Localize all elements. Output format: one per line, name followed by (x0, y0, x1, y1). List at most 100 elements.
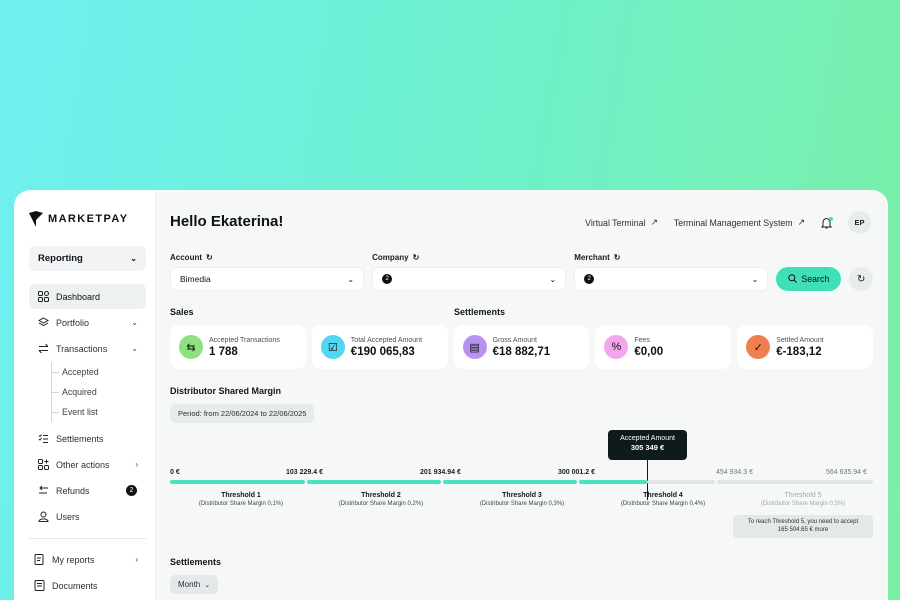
layers-icon (38, 317, 49, 328)
settlements-chart-heading: Settlements (170, 557, 222, 567)
merchant-filter-label: Merchant ↻ (574, 253, 768, 262)
tick-label: 201 934.94 € (420, 469, 461, 476)
sidebar-subitem-acquired[interactable]: Acquired (52, 382, 146, 402)
threshold-4: Threshold 4 (Distributor Share Margin 0,… (595, 492, 731, 507)
sidebar-item-transactions[interactable]: Transactions ⌄ (29, 336, 146, 361)
kpi-label: Fees (634, 336, 650, 344)
transactions-subnav: Accepted Acquired Event list (51, 362, 146, 422)
sidebar-item-label: Transactions (56, 343, 108, 354)
account-label-text: Account (170, 253, 202, 262)
kpi-value: €-183,12 (776, 345, 822, 358)
threshold-hint: To reach Threshold 5, you need to accept… (733, 515, 873, 538)
kpi-card-accepted-transactions: ⇆ Accepted Transactions 1 788 (170, 325, 306, 369)
sidebar-item-other-actions[interactable]: Other actions › (29, 452, 146, 477)
merchant-label-text: Merchant (574, 253, 610, 262)
sidebar: MARKETPAY Reporting ⌄ Dashboard Portfoli… (15, 191, 156, 600)
threshold-margin: (Distributor Share Margin 0,2%) (338, 501, 424, 507)
check-circle-icon: ✓ (746, 335, 771, 359)
tooltip-label: Accepted Amount (620, 435, 675, 442)
tick-label: 0 € (170, 469, 180, 476)
accepted-amount-tooltip: Accepted Amount 305 349 € (608, 430, 687, 460)
terminal-management-link[interactable]: Terminal Management System ↗ (674, 217, 805, 228)
sidebar-item-documents[interactable]: Documents (29, 573, 146, 598)
margin-heading: Distributor Shared Margin (170, 386, 282, 396)
sidebar-item-portfolio[interactable]: Portfolio ⌄ (29, 310, 146, 335)
kpi-cards: ⇆ Accepted Transactions 1 788 ☑ Total Acc… (170, 325, 873, 369)
document-icon (34, 580, 45, 591)
reporting-selector-label: Reporting (38, 253, 83, 264)
bell-icon[interactable] (821, 216, 833, 229)
threshold-bar-4-filled (579, 480, 647, 484)
sidebar-item-label: Other actions (56, 459, 110, 470)
chevron-down-icon: ⌄ (130, 254, 137, 263)
tooltip-value: 305 349 € (630, 443, 665, 453)
kpi-card-total-accepted-amount: ☑ Total Accepted Amount €190 065,83 (311, 325, 448, 369)
arrows-icon (38, 343, 49, 354)
tick-label: 564 635.94 € (826, 469, 867, 476)
sidebar-item-label: Refunds (56, 485, 90, 496)
company-filter: Company ↻ 2 ⌄ (372, 253, 567, 291)
external-arrow-icon: ↗ (650, 217, 658, 227)
kpi-label: Gross Amount (492, 336, 537, 344)
kpi-card-fees: % Fees €0,00 (595, 325, 732, 369)
sidebar-nav: Dashboard Portfolio ⌄ Transactions ⌄ Acc… (29, 284, 146, 599)
grid-icon (38, 291, 49, 302)
sidebar-item-users[interactable]: Users (29, 504, 146, 529)
kpi-value: €190 065,83 (350, 345, 415, 358)
virtual-terminal-link[interactable]: Virtual Terminal ↗ (585, 217, 658, 228)
kpi-label: Settled Amount (776, 336, 824, 344)
virtual-terminal-label: Virtual Terminal (585, 217, 646, 228)
brand-name: MARKETPAY (48, 213, 129, 225)
sidebar-item-label: Users (56, 511, 80, 522)
reporting-selector[interactable]: Reporting ⌄ (29, 246, 146, 271)
company-select[interactable]: 2 ⌄ (372, 267, 567, 291)
main-content: Hello Ekaterina! Virtual Terminal ↗ Term… (156, 191, 887, 600)
avatar[interactable]: EP (848, 211, 871, 234)
threshold-name: Threshold 3 (502, 492, 542, 499)
period-chip[interactable]: Period: from 22/06/2024 to 22/06/2025 (170, 404, 315, 423)
hint-line-1: To reach Threshold 5, you need to accept (747, 519, 859, 525)
sidebar-item-dashboard[interactable]: Dashboard (29, 284, 146, 309)
refresh-icon[interactable]: ↻ (413, 253, 420, 262)
sidebar-item-refunds[interactable]: Refunds 2 (29, 478, 146, 503)
merchant-filter: Merchant ↻ 2 ⌄ (574, 253, 769, 291)
merchant-count-badge: 2 (584, 274, 595, 284)
tick-label: 300 001.2 € (558, 469, 595, 476)
refresh-icon[interactable]: ↻ (206, 253, 213, 262)
reset-button[interactable]: ↻ (849, 267, 873, 291)
kpi-card-settled-amount: ✓ Settled Amount €-183,12 (737, 325, 873, 369)
top-links: Virtual Terminal ↗ Terminal Management S… (585, 211, 871, 234)
kpi-label: Total Accepted Amount (350, 336, 423, 344)
user-icon (38, 511, 49, 522)
app-window: MARKETPAY Reporting ⌄ Dashboard Portfoli… (14, 190, 888, 600)
brand-logo[interactable]: MARKETPAY (29, 211, 128, 227)
month-dropdown-label: Month (178, 580, 201, 589)
company-filter-label: Company ↻ (372, 253, 566, 262)
marketpay-logo-icon (29, 211, 43, 227)
search-button[interactable]: Search (776, 267, 842, 291)
sidebar-item-label: My reports (52, 554, 95, 565)
threshold-name: Threshold 5 (784, 492, 822, 499)
tick-label: 454 934.3 € (716, 469, 753, 476)
sidebar-item-my-reports[interactable]: My reports › (29, 547, 146, 572)
month-dropdown[interactable]: Month ⌄ (170, 575, 219, 594)
threshold-1: Threshold 1 (Distributor Share Margin 0,… (173, 492, 309, 507)
merchant-select[interactable]: 2 ⌄ (574, 267, 769, 291)
terminal-management-label: Terminal Management System (673, 217, 793, 228)
check-doc-icon: ☑ (320, 335, 345, 359)
sidebar-item-settlements[interactable]: Settlements (29, 426, 146, 451)
sidebar-subitem-event-list[interactable]: Event list (52, 402, 146, 422)
company-count-badge: 2 (382, 274, 393, 284)
threshold-bar-1 (170, 480, 305, 484)
account-filter: Account ↻ Bimedia ⌄ (170, 253, 365, 291)
company-label-text: Company (372, 253, 409, 262)
account-select[interactable]: Bimedia ⌄ (170, 267, 365, 291)
sidebar-subitem-accepted[interactable]: Accepted (52, 362, 146, 382)
threshold-2: Threshold 2 (Distributor Share Margin 0,… (313, 492, 449, 507)
threshold-bar-2 (307, 480, 441, 484)
tick-label: 103 229.4 € (286, 469, 323, 476)
sidebar-item-label: Dashboard (56, 291, 101, 302)
refresh-icon[interactable]: ↻ (614, 253, 621, 262)
filter-bar: Account ↻ Bimedia ⌄ Company ↻ 2 ⌄ Mercha… (170, 253, 873, 291)
threshold-margin: (Distributor Share Margin 0,3%) (479, 501, 565, 507)
